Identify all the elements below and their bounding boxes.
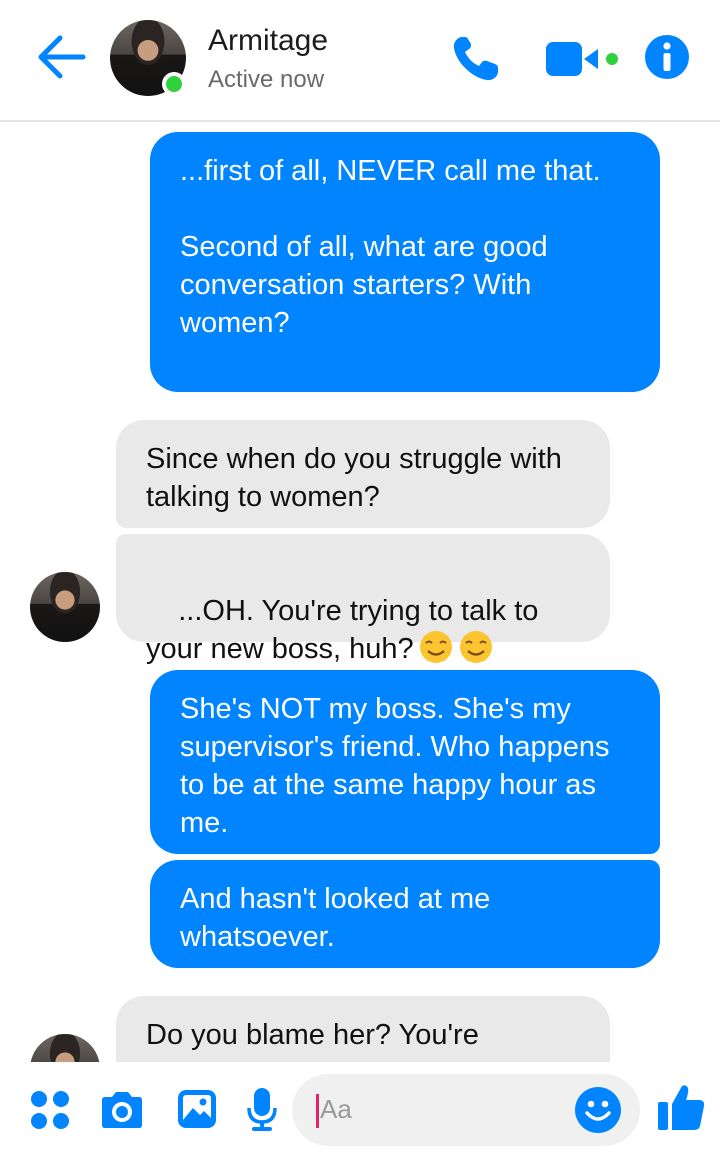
video-camera-icon bbox=[546, 42, 618, 76]
smiling-emoji-icon bbox=[458, 630, 494, 674]
contact-name[interactable]: Armitage bbox=[208, 24, 328, 58]
video-call-button[interactable] bbox=[544, 40, 624, 80]
message-bubble-outgoing[interactable]: She's NOT my boss. She's my supervisor's… bbox=[150, 670, 660, 854]
camera-icon bbox=[102, 1092, 142, 1128]
online-status-dot bbox=[162, 72, 186, 96]
conversation-info-button[interactable] bbox=[644, 34, 690, 80]
message-bubble-incoming[interactable]: Since when do you struggle with talking … bbox=[116, 420, 610, 528]
thumbs-up-icon bbox=[658, 1085, 705, 1130]
active-status: Active now bbox=[208, 66, 325, 93]
message-list[interactable]: ...first of all, NEVER call me that. Sec… bbox=[0, 124, 720, 1062]
message-bubble-incoming[interactable]: Do you blame her? You're bbox=[116, 996, 610, 1062]
microphone-icon bbox=[247, 1088, 277, 1131]
emoji-button[interactable] bbox=[574, 1086, 622, 1134]
image-icon bbox=[178, 1090, 216, 1128]
message-bubble-outgoing[interactable]: And hasn't looked at me whatsoever. bbox=[150, 860, 660, 968]
message-composer: Aa bbox=[0, 1062, 720, 1153]
camera-button[interactable] bbox=[98, 1090, 146, 1130]
arrow-left-icon bbox=[38, 35, 86, 79]
conversation-header: Armitage Active now bbox=[0, 0, 720, 122]
message-input-placeholder: Aa bbox=[320, 1094, 352, 1124]
voice-clip-button[interactable] bbox=[246, 1086, 278, 1132]
message-bubble-incoming[interactable]: ...OH. You're trying to talk to your new… bbox=[116, 534, 610, 665]
message-input[interactable]: Aa bbox=[292, 1074, 640, 1146]
gallery-button[interactable] bbox=[176, 1088, 218, 1130]
smiley-icon bbox=[575, 1087, 621, 1133]
phone-icon bbox=[453, 37, 498, 81]
message-bubble-outgoing[interactable]: ...first of all, NEVER call me that. Sec… bbox=[150, 132, 660, 392]
info-icon bbox=[645, 35, 689, 79]
grid-dots-icon bbox=[31, 1091, 69, 1129]
contact-avatar[interactable] bbox=[110, 20, 186, 96]
like-button[interactable] bbox=[656, 1082, 706, 1132]
more-actions-button[interactable] bbox=[30, 1090, 70, 1130]
back-button[interactable] bbox=[36, 34, 88, 80]
sender-avatar[interactable] bbox=[30, 572, 100, 642]
text-cursor bbox=[316, 1094, 319, 1128]
voice-call-button[interactable] bbox=[450, 34, 502, 84]
sender-avatar[interactable] bbox=[30, 1034, 100, 1062]
smiling-emoji-icon bbox=[418, 630, 454, 674]
